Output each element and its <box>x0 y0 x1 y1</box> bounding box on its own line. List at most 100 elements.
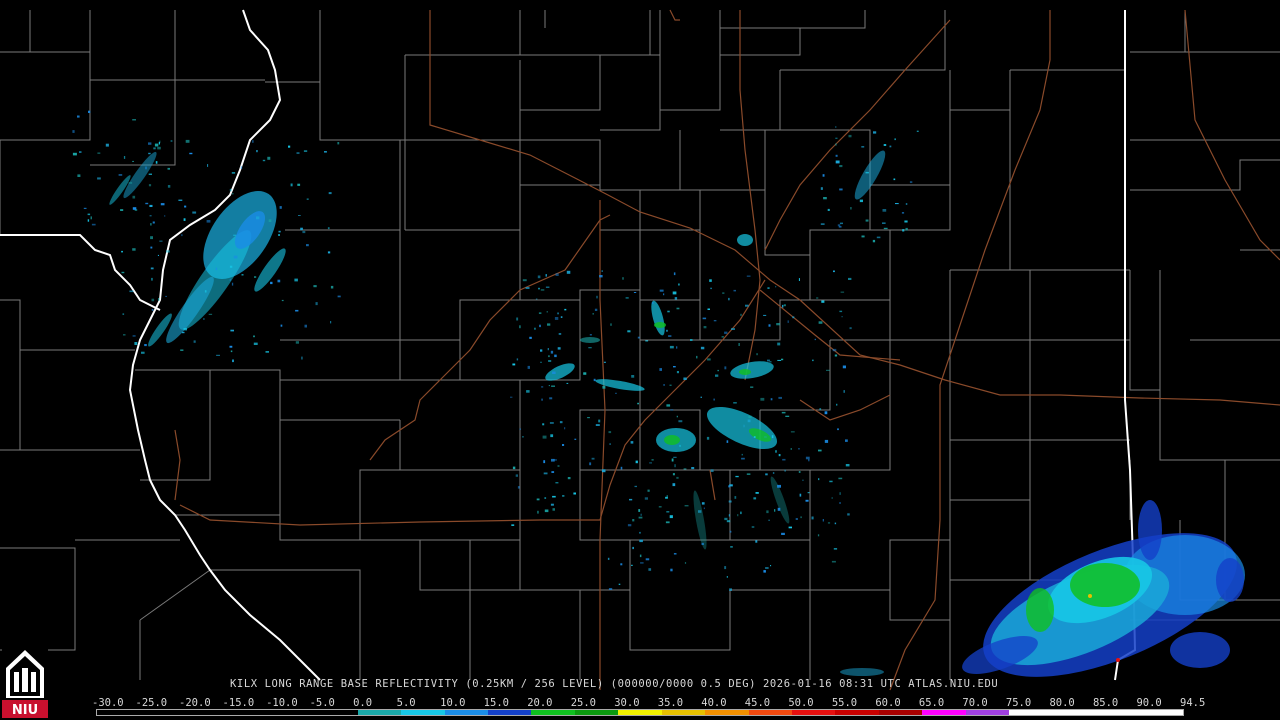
radar-speckle <box>639 554 642 558</box>
radar-speckle <box>91 223 96 226</box>
radar-speckle <box>254 276 257 278</box>
radar-speckle <box>835 143 837 146</box>
radar-speckle <box>118 174 123 176</box>
radar-speckle <box>562 495 565 497</box>
reflectivity-colorbar <box>96 709 1184 716</box>
radar-speckle <box>799 493 802 497</box>
radar-speckle <box>787 320 789 323</box>
radar-speckle <box>216 354 220 356</box>
radar-speckle <box>672 483 676 487</box>
radar-map <box>0 0 1280 720</box>
radar-speckle <box>835 137 838 139</box>
radar-speckle <box>812 359 814 362</box>
colorbar-segment <box>227 710 271 715</box>
radar-speckle <box>848 277 852 280</box>
radar-speckle <box>805 456 810 460</box>
radar-speckle <box>768 519 770 521</box>
radar-speckle <box>639 539 643 543</box>
radar-speckle <box>557 312 559 315</box>
colorbar-segment <box>487 710 532 715</box>
radar-speckle <box>544 497 547 499</box>
radar-speckle <box>548 355 550 358</box>
radar-speckle <box>229 265 233 268</box>
radar-speckle <box>145 166 147 170</box>
radar-speckle <box>778 396 782 399</box>
radar-speckle <box>836 403 838 406</box>
radar-speckle <box>330 285 334 289</box>
radar-speckle <box>583 372 587 375</box>
radar-speckle <box>313 285 317 288</box>
radar-speckle <box>233 255 238 259</box>
radar-speckle <box>540 349 543 352</box>
radar-speckle <box>748 415 752 419</box>
radar-speckle <box>831 560 836 563</box>
radar-speckle <box>768 324 771 327</box>
radar-speckle <box>698 510 702 513</box>
radar-speckle <box>895 203 899 205</box>
radar-speckle <box>72 130 75 133</box>
radar-speckle <box>548 360 552 362</box>
radar-speckle <box>847 513 850 516</box>
radar-speckle <box>831 497 833 499</box>
radar-speckle <box>128 182 133 184</box>
radar-speckle <box>893 178 896 181</box>
radar-speckle <box>629 498 633 501</box>
radar-speckle <box>537 275 541 279</box>
radar-speckle <box>551 458 555 462</box>
radar-speckle <box>541 386 544 388</box>
colorbar-segment <box>748 710 792 715</box>
radar-speckle <box>666 495 668 498</box>
radar-speckle <box>788 526 792 529</box>
radar-speckle <box>539 324 541 328</box>
radar-speckle <box>631 564 633 566</box>
radar-speckle <box>159 240 163 242</box>
radar-speckle <box>782 458 786 461</box>
radar-speckle <box>158 298 160 301</box>
radar-speckle <box>834 354 838 357</box>
radar-speckle <box>784 469 786 472</box>
radar-speckle <box>229 345 233 348</box>
radar-speckle <box>512 363 516 366</box>
radar-speckle <box>324 151 327 153</box>
colorbar-label: 75.0 <box>1005 697 1032 709</box>
radar-speckle <box>764 436 767 438</box>
radar-speckle <box>544 509 549 513</box>
radar-speckle <box>232 359 234 363</box>
radar-speckle <box>550 434 554 438</box>
radar-speckle <box>599 275 603 278</box>
radar-speckle <box>835 126 837 128</box>
radar-speckle <box>676 307 680 310</box>
radar-speckle <box>540 361 542 363</box>
radar-speckle <box>827 522 831 524</box>
radar-speckle <box>728 500 732 503</box>
radar-speckle <box>670 568 673 572</box>
radar-speckle <box>87 219 90 222</box>
radar-speckle <box>97 177 101 180</box>
colorbar-label: 5.0 <box>396 697 416 709</box>
radar-speckle <box>818 321 823 324</box>
radar-speckle <box>603 361 606 363</box>
radar-speckle <box>837 428 839 431</box>
radar-speckle <box>167 167 170 170</box>
radar-speckle <box>230 350 233 353</box>
radar-speckle <box>516 317 519 321</box>
radar-speckle <box>595 424 600 426</box>
radar-speckle <box>861 235 865 238</box>
colorbar-label: 50.0 <box>788 697 814 709</box>
radar-speckle <box>669 384 672 386</box>
radar-speckle <box>837 224 841 227</box>
radar-speckle <box>158 141 160 145</box>
radar-speckle <box>658 506 662 508</box>
radar-speckle <box>678 420 683 423</box>
radar-speckle <box>543 460 546 464</box>
radar-speckle <box>564 308 567 311</box>
radar-speckle <box>240 166 243 169</box>
radar-speckle <box>631 375 635 378</box>
radar-speckle <box>771 435 774 439</box>
radar-speckle <box>510 396 513 398</box>
radar-speckle <box>552 508 555 511</box>
colorbar-label: 35.0 <box>657 697 684 709</box>
radar-speckle <box>184 205 187 208</box>
radar-speckle <box>525 287 530 289</box>
radar-speckle <box>701 502 705 505</box>
